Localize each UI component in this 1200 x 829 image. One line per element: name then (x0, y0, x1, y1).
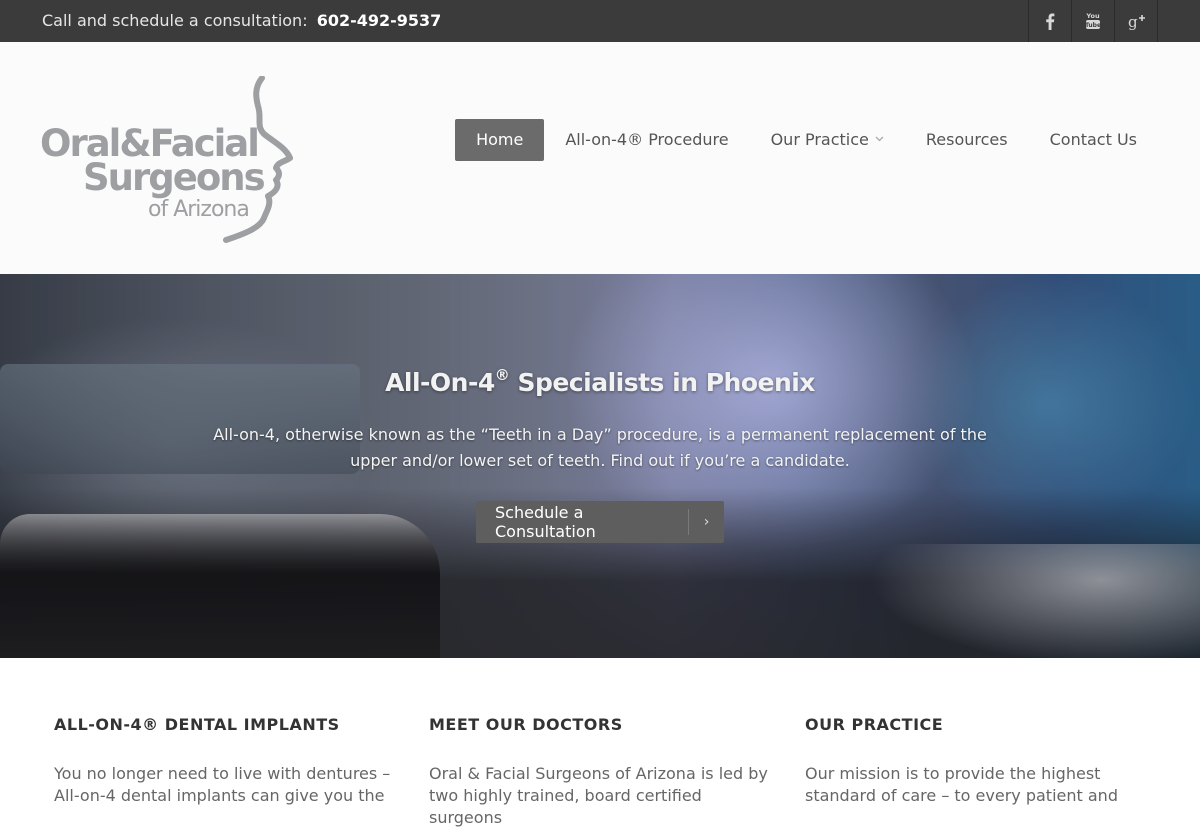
nav-item-label: Home (476, 130, 524, 149)
nav-item-contact-us[interactable]: Contact Us (1029, 119, 1158, 161)
phone-number-link[interactable]: 602-492-9537 (317, 11, 442, 30)
hero-title-suffix: Specialists in Phoenix (509, 368, 815, 397)
hero-description: All-on-4, otherwise known as the “Teeth … (213, 425, 987, 470)
hero-title-prefix: All-On-4 (385, 368, 495, 397)
nav-item-resources[interactable]: Resources (905, 119, 1029, 161)
nav-item-label: Our Practice (770, 130, 869, 149)
column-heading[interactable]: MEET OUR DOCTORS (429, 715, 623, 734)
nav-item-our-practice[interactable]: Our Practice (750, 119, 905, 161)
column-heading[interactable]: ALL-ON-4® DENTAL IMPLANTS (54, 715, 340, 734)
logo-line-3: of Arizona (148, 197, 250, 222)
nav-item-label: All-on-4® Procedure (565, 130, 729, 149)
svg-text:g: g (1128, 13, 1138, 30)
main-navigation: Home All-on-4® Procedure Our Practice Re… (455, 119, 1158, 161)
hero-banner: All-On-4® Specialists in Phoenix All-on-… (0, 274, 1200, 658)
schedule-consultation-button[interactable]: Schedule a Consultation › (476, 501, 724, 543)
svg-text:You: You (1085, 12, 1100, 20)
site-header: Oral&Facial Surgeons of Arizona Home All… (0, 42, 1200, 274)
nav-item-label: Contact Us (1049, 130, 1137, 149)
chevron-down-icon (875, 119, 884, 161)
google-plus-icon[interactable]: g (1115, 0, 1158, 42)
chevron-right-icon: › (703, 514, 710, 530)
hero-content: All-On-4® Specialists in Phoenix All-on-… (0, 274, 1200, 658)
youtube-icon[interactable]: You Tube (1072, 0, 1115, 42)
column-text: Our mission is to provide the highest st… (805, 764, 1118, 805)
column-heading[interactable]: OUR PRACTICE (805, 715, 943, 734)
site-logo[interactable]: Oral&Facial Surgeons of Arizona (40, 76, 296, 244)
hero-title-registered-mark: ® (494, 366, 510, 384)
nav-item-home[interactable]: Home (455, 119, 545, 161)
column-text: You no longer need to live with dentures… (54, 764, 391, 805)
nav-item-all-on-4-procedure[interactable]: All-on-4® Procedure (544, 119, 749, 161)
feature-columns: ALL-ON-4® DENTAL IMPLANTS You no longer … (0, 658, 1200, 827)
social-links: You Tube g (1028, 0, 1158, 42)
column-text: Oral & Facial Surgeons of Arizona is led… (429, 764, 768, 827)
svg-text:Tube: Tube (1085, 22, 1101, 29)
callout-label: Call and schedule a consultation: (42, 11, 308, 30)
button-label: Schedule a Consultation (495, 503, 596, 541)
top-bar: Call and schedule a consultation: 602-49… (0, 0, 1200, 42)
hero-title: All-On-4® Specialists in Phoenix (0, 366, 1200, 397)
facebook-icon[interactable] (1029, 0, 1072, 42)
logo-line-2: Surgeons (83, 156, 266, 199)
call-to-action-text: Call and schedule a consultation: 602-49… (42, 0, 441, 42)
nav-item-label: Resources (925, 130, 1008, 149)
